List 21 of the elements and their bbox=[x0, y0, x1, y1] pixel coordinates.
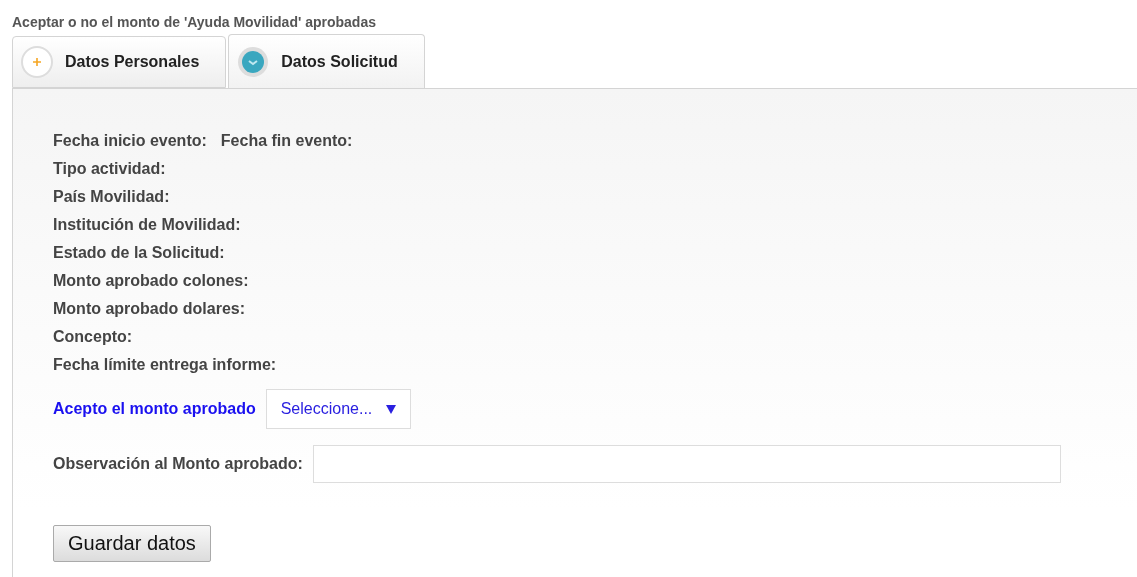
field-label: País Movilidad: bbox=[53, 188, 170, 206]
field-label: Observación al Monto aprobado: bbox=[53, 455, 303, 473]
input-field[interactable] bbox=[312, 445, 1061, 483]
page-title: Aceptar o no el monto de 'Ayuda Movilidad' aprobadas bbox=[11, 13, 377, 32]
plus-icon bbox=[21, 46, 53, 78]
circle-icon bbox=[237, 45, 270, 78]
tab[interactable]: Datos Personales bbox=[12, 36, 227, 88]
field-label: Estado de la Solicitud: bbox=[53, 244, 225, 262]
field-label: Monto aprobado dolares: bbox=[53, 300, 245, 318]
field-label: Concepto: bbox=[53, 328, 133, 346]
field-label: Fecha inicio evento: bbox=[53, 132, 207, 150]
field-label: Monto aprobado colones: bbox=[53, 272, 249, 290]
field-label: Fecha fin evento: bbox=[220, 132, 353, 150]
field-label: Tipo actividad: bbox=[53, 160, 166, 178]
save-button[interactable]: Guardar datos bbox=[53, 525, 211, 562]
field-label: Institución de Movilidad: bbox=[53, 216, 241, 234]
field-label: Fecha límite entrega informe: bbox=[53, 356, 277, 374]
caret-icon bbox=[386, 404, 397, 414]
field-label: Acepto el monto aprobado bbox=[53, 400, 256, 418]
dropdown[interactable]: Seleccione... bbox=[265, 389, 412, 429]
tab[interactable]: Datos Solicitud bbox=[228, 34, 425, 88]
